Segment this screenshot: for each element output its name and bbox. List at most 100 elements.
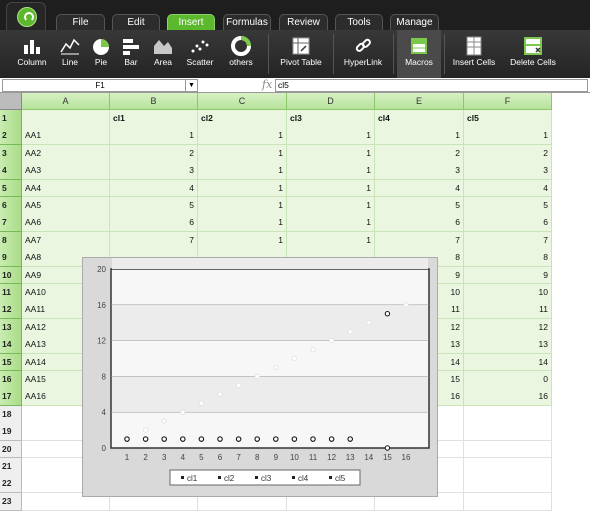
- cell-d2[interactable]: 1: [287, 127, 375, 146]
- insert-cells-button[interactable]: Insert Cells: [449, 30, 499, 78]
- cell-f6[interactable]: 5: [464, 197, 552, 215]
- cell-f2[interactable]: 1: [464, 127, 552, 146]
- cell-f21[interactable]: [464, 458, 552, 476]
- cell-c2[interactable]: 1: [198, 127, 287, 146]
- column-header-e[interactable]: E: [375, 93, 464, 110]
- cell-f20[interactable]: [464, 440, 552, 459]
- cell-a5[interactable]: AA4: [22, 179, 110, 198]
- formula-input[interactable]: cl5: [275, 79, 588, 92]
- cell-f13[interactable]: 12: [464, 318, 552, 337]
- column-header-f[interactable]: F: [464, 93, 552, 110]
- row-header-3[interactable]: 3: [0, 144, 22, 163]
- scatter-chart-button[interactable]: Scatter: [182, 30, 218, 78]
- row-header-12[interactable]: 12: [0, 301, 22, 320]
- cell-f7[interactable]: 6: [464, 214, 552, 233]
- row-header-7[interactable]: 7: [0, 214, 22, 233]
- cell-b3[interactable]: 2: [110, 144, 198, 163]
- pivot-table-button[interactable]: Pivot Table: [276, 30, 326, 78]
- chevron-down-icon[interactable]: ▼: [185, 80, 197, 91]
- column-chart-button[interactable]: Column: [14, 30, 50, 78]
- cell-f19[interactable]: [464, 423, 552, 442]
- area-chart-button[interactable]: Area: [148, 30, 178, 78]
- row-header-17[interactable]: 17: [0, 388, 22, 407]
- tab-manage[interactable]: Manage: [390, 14, 439, 30]
- row-header-20[interactable]: 20: [0, 440, 22, 459]
- cell-f4[interactable]: 3: [464, 162, 552, 181]
- cell-e2[interactable]: 1: [375, 127, 464, 146]
- cell-e1[interactable]: cl4: [375, 110, 464, 128]
- cell-b4[interactable]: 3: [110, 162, 198, 181]
- cell-e8[interactable]: 7: [375, 231, 464, 250]
- row-header-21[interactable]: 21: [0, 458, 22, 476]
- other-charts-button[interactable]: others: [224, 30, 258, 78]
- row-header-16[interactable]: 16: [0, 371, 22, 389]
- row-header-18[interactable]: 18: [0, 405, 22, 424]
- cell-f11[interactable]: 10: [464, 284, 552, 302]
- cell-a4[interactable]: AA3: [22, 162, 110, 181]
- column-header-d[interactable]: D: [287, 93, 375, 110]
- cell-a2[interactable]: AA1: [22, 127, 110, 146]
- cell-a6[interactable]: AA5: [22, 197, 110, 215]
- cell-f10[interactable]: 9: [464, 266, 552, 285]
- macros-button[interactable]: Macros: [397, 30, 441, 78]
- cell-f1[interactable]: cl5: [464, 110, 552, 128]
- cell-b2[interactable]: 1: [110, 127, 198, 146]
- cell-f22[interactable]: [464, 475, 552, 494]
- row-header-13[interactable]: 13: [0, 318, 22, 337]
- cell-e7[interactable]: 6: [375, 214, 464, 233]
- cell-e6[interactable]: 5: [375, 197, 464, 215]
- select-all-corner[interactable]: [0, 93, 22, 110]
- column-header-a[interactable]: A: [22, 93, 110, 110]
- cell-a1[interactable]: [22, 110, 110, 128]
- tab-tools[interactable]: Tools: [335, 14, 383, 30]
- cell-f3[interactable]: 2: [464, 144, 552, 163]
- cell-b6[interactable]: 5: [110, 197, 198, 215]
- row-header-15[interactable]: 15: [0, 353, 22, 372]
- cell-f16[interactable]: 0: [464, 371, 552, 389]
- row-header-11[interactable]: 11: [0, 284, 22, 302]
- cell-d7[interactable]: 1: [287, 214, 375, 233]
- row-header-22[interactable]: 22: [0, 475, 22, 494]
- column-header-c[interactable]: C: [198, 93, 287, 110]
- app-menu-button[interactable]: [6, 2, 46, 30]
- cell-d6[interactable]: 1: [287, 197, 375, 215]
- tab-insert[interactable]: Insert: [167, 14, 215, 30]
- cell-c7[interactable]: 1: [198, 214, 287, 233]
- cell-d1[interactable]: cl3: [287, 110, 375, 128]
- row-header-10[interactable]: 10: [0, 266, 22, 285]
- tab-review[interactable]: Review: [279, 14, 328, 30]
- cell-b5[interactable]: 4: [110, 179, 198, 198]
- row-header-23[interactable]: 23: [0, 492, 22, 511]
- name-box[interactable]: F1 ▼: [2, 79, 198, 92]
- cell-c3[interactable]: 1: [198, 144, 287, 163]
- cell-f9[interactable]: 8: [464, 249, 552, 268]
- tab-file[interactable]: File: [56, 14, 105, 30]
- cell-f17[interactable]: 16: [464, 388, 552, 407]
- tab-edit[interactable]: Edit: [112, 14, 160, 30]
- row-header-5[interactable]: 5: [0, 179, 22, 198]
- cell-a3[interactable]: AA2: [22, 144, 110, 163]
- cell-a8[interactable]: AA7: [22, 231, 110, 250]
- cell-b7[interactable]: 6: [110, 214, 198, 233]
- cell-f5[interactable]: 4: [464, 179, 552, 198]
- scatter-chart[interactable]: 0 4 8 12 16 20 1 2 3 4 5 6 7 8 9 10 11 12 13 14 15 16 cl1 cl2 cl…: [82, 257, 438, 497]
- cell-d4[interactable]: 1: [287, 162, 375, 181]
- cell-b8[interactable]: 7: [110, 231, 198, 250]
- cell-f12[interactable]: 11: [464, 301, 552, 320]
- cell-b1[interactable]: cl1: [110, 110, 198, 128]
- cell-a7[interactable]: AA6: [22, 214, 110, 233]
- pie-chart-button[interactable]: Pie: [88, 30, 114, 78]
- cell-d8[interactable]: 1: [287, 231, 375, 250]
- cell-f14[interactable]: 13: [464, 336, 552, 355]
- row-header-14[interactable]: 14: [0, 336, 22, 355]
- delete-cells-button[interactable]: Delete Cells: [506, 30, 560, 78]
- cell-c5[interactable]: 1: [198, 179, 287, 198]
- cell-f23[interactable]: [464, 492, 552, 511]
- tab-formulas[interactable]: Formulas: [223, 14, 271, 30]
- cell-c6[interactable]: 1: [198, 197, 287, 215]
- cell-e4[interactable]: 3: [375, 162, 464, 181]
- cell-e3[interactable]: 2: [375, 144, 464, 163]
- row-header-8[interactable]: 8: [0, 231, 22, 250]
- cell-c4[interactable]: 1: [198, 162, 287, 181]
- cell-d5[interactable]: 1: [287, 179, 375, 198]
